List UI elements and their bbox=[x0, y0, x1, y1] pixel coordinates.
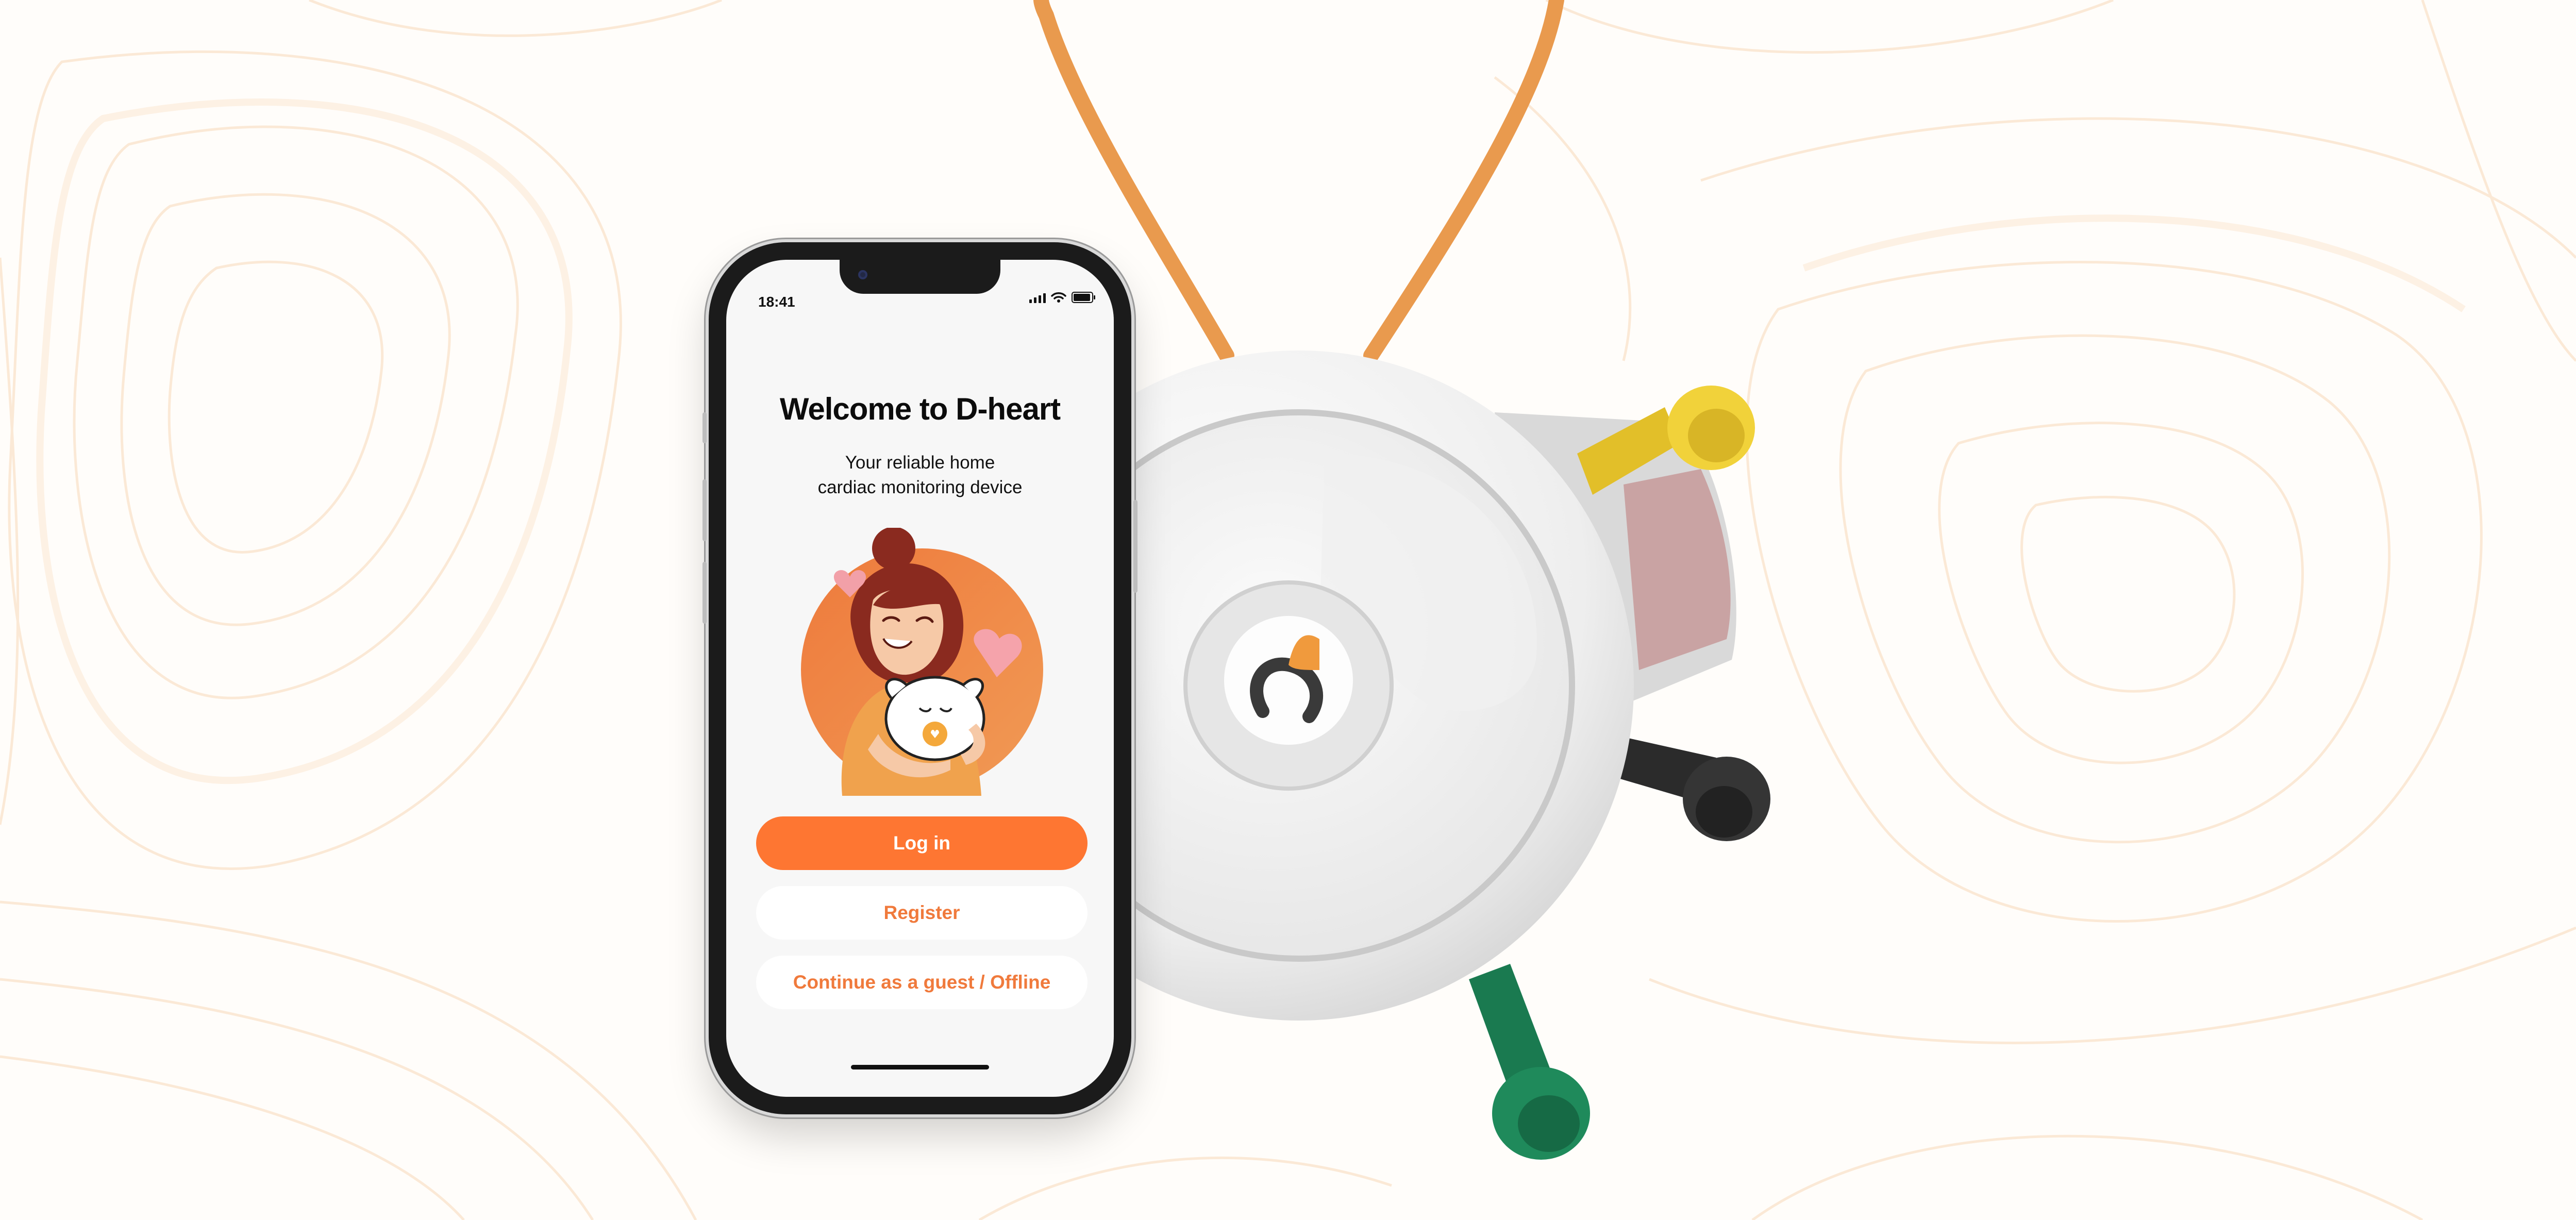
register-button[interactable]: Register bbox=[756, 886, 1088, 940]
notch bbox=[840, 260, 1000, 294]
d-heart-device-illustration bbox=[1026, 0, 1770, 1160]
status-icons bbox=[1029, 292, 1095, 303]
subtitle-line-2: cardiac monitoring device bbox=[817, 477, 1023, 497]
power-button bbox=[1133, 500, 1138, 593]
home-indicator[interactable] bbox=[851, 1065, 989, 1069]
login-button[interactable]: Log in bbox=[756, 816, 1088, 870]
mute-switch bbox=[702, 412, 707, 443]
camera-icon bbox=[858, 270, 867, 279]
woman-hugging-device-illustration bbox=[801, 528, 1043, 796]
phone-mockup: 18:41 Welcome to D-heart Your reliable h… bbox=[702, 242, 1138, 1114]
battery-icon bbox=[1072, 292, 1095, 303]
volume-down-button bbox=[702, 562, 707, 624]
welcome-subtitle: Your reliable home cardiac monitoring de… bbox=[726, 450, 1114, 500]
app-screen: 18:41 Welcome to D-heart Your reliable h… bbox=[726, 260, 1114, 1097]
status-time: 18:41 bbox=[758, 294, 795, 310]
volume-up-button bbox=[702, 479, 707, 541]
green-electrode bbox=[1469, 964, 1590, 1160]
cellular-signal-icon bbox=[1029, 292, 1046, 303]
wifi-icon bbox=[1051, 292, 1066, 303]
continue-as-guest-button[interactable]: Continue as a guest / Offline bbox=[756, 956, 1088, 1009]
subtitle-line-1: Your reliable home bbox=[845, 453, 995, 473]
right-cable bbox=[1363, 0, 1564, 363]
welcome-title: Welcome to D-heart bbox=[779, 392, 1061, 426]
black-electrode bbox=[1618, 737, 1770, 841]
